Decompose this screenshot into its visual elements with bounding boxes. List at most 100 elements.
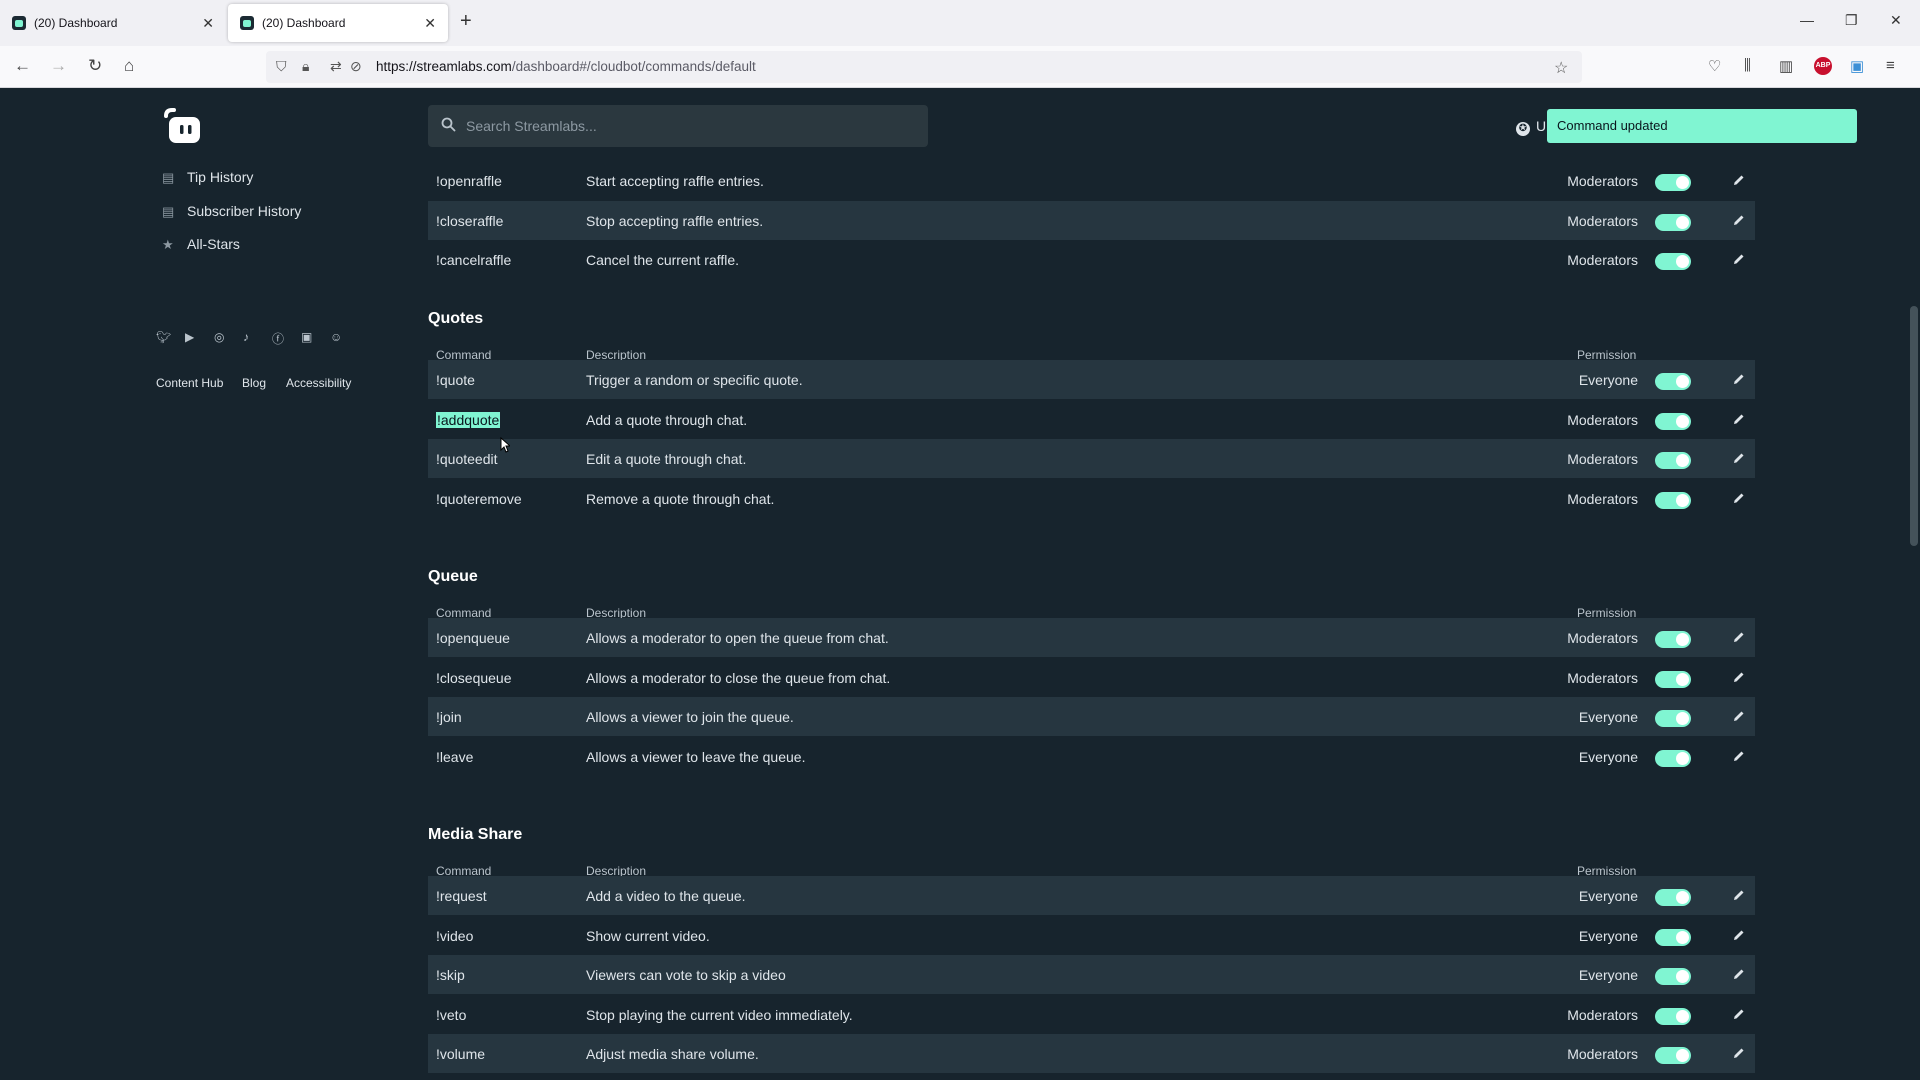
footer-link-blog[interactable]: Blog (242, 376, 266, 390)
edit-pencil-icon[interactable] (1732, 709, 1746, 723)
instagram-icon[interactable]: ◎ (214, 330, 224, 344)
minimize-window-icon[interactable]: — (1800, 12, 1814, 28)
restore-window-icon[interactable]: ❐ (1845, 12, 1858, 29)
command-permission[interactable]: Everyone (1579, 888, 1638, 904)
discord-icon[interactable]: ☺ (330, 330, 342, 344)
edit-pencil-icon[interactable] (1732, 372, 1746, 386)
tiktok-icon[interactable]: ♪ (243, 330, 249, 344)
table-row: !openraffle Start accepting raffle entrie… (428, 161, 1755, 200)
sidebar-item-all-stars[interactable]: ★ All-Stars (162, 236, 240, 252)
browser-tab-active[interactable]: (20) Dashboard ✕ (228, 4, 448, 42)
forward-icon[interactable]: → (50, 56, 67, 76)
enable-toggle[interactable] (1655, 213, 1691, 231)
command-permission[interactable]: Moderators (1567, 670, 1638, 686)
enable-toggle[interactable] (1655, 631, 1691, 648)
enable-toggle[interactable] (1655, 174, 1691, 191)
back-icon[interactable]: ← (14, 56, 31, 76)
close-tab-icon[interactable]: ✕ (202, 15, 214, 32)
edit-pencil-icon[interactable] (1732, 928, 1746, 942)
browser-tab[interactable]: (20) Dashboard ✕ (0, 4, 226, 42)
reload-icon[interactable]: ↻ (88, 56, 102, 76)
tracking-shield-icon[interactable]: ⛉ (276, 58, 287, 75)
enable-toggle[interactable] (1655, 253, 1691, 270)
enable-toggle[interactable] (1655, 968, 1691, 985)
enable-toggle[interactable] (1655, 670, 1691, 688)
edit-pencil-icon[interactable] (1732, 630, 1746, 644)
twitter-icon[interactable]: 🐦︎ (156, 330, 171, 344)
footer-link-accessibility[interactable]: Accessibility (286, 376, 351, 390)
linkedin-icon[interactable]: ▣ (301, 330, 312, 344)
streamlabs-favicon-icon (12, 16, 26, 30)
command-permission[interactable]: Everyone (1579, 709, 1638, 725)
edit-pencil-icon[interactable] (1732, 888, 1746, 902)
edit-pencil-icon[interactable] (1732, 670, 1746, 684)
command-permission[interactable]: Moderators (1567, 412, 1638, 428)
command-permission[interactable]: Moderators (1567, 491, 1638, 507)
command-name: !openraffle (436, 173, 502, 189)
sidebar-item-label: Subscriber History (187, 203, 302, 219)
command-permission[interactable]: Moderators (1567, 630, 1638, 646)
enable-toggle[interactable] (1655, 1047, 1691, 1064)
enable-toggle[interactable] (1655, 1007, 1691, 1025)
close-window-icon[interactable]: ✕ (1890, 12, 1902, 29)
command-permission[interactable]: Moderators (1567, 252, 1638, 268)
edit-pencil-icon[interactable] (1732, 173, 1746, 187)
edit-pencil-icon[interactable] (1732, 1046, 1746, 1060)
command-name: !leave (436, 748, 474, 765)
home-icon[interactable]: ⌂ (124, 56, 134, 76)
camera-blocked-icon[interactable]: ⊘ (350, 58, 362, 75)
command-permission[interactable]: Moderators (1567, 173, 1638, 189)
pocket-icon[interactable]: ♡ (1708, 57, 1721, 75)
command-permission[interactable]: Everyone (1579, 967, 1638, 983)
enable-toggle[interactable] (1655, 491, 1691, 509)
command-permission[interactable]: Everyone (1579, 928, 1638, 944)
command-permission[interactable]: Moderators (1567, 1046, 1638, 1062)
adblock-icon[interactable]: ABP (1814, 57, 1832, 75)
youtube-icon[interactable]: ▶ (185, 330, 194, 344)
permissions-icon[interactable]: ⇄ (330, 58, 342, 75)
command-permission[interactable]: Moderators (1567, 451, 1638, 467)
footer-link-content-hub[interactable]: Content Hub (156, 376, 223, 390)
lock-icon[interactable]: 🔒︎ (302, 58, 309, 75)
edit-pencil-icon[interactable] (1732, 412, 1746, 426)
search-input[interactable] (466, 105, 916, 147)
command-permission[interactable]: Everyone (1579, 749, 1638, 765)
enable-toggle[interactable] (1655, 710, 1691, 727)
sidebar-item-tip-history[interactable]: ▤ Tip History (162, 169, 253, 185)
edit-pencil-icon[interactable] (1732, 213, 1746, 227)
edit-pencil-icon[interactable] (1732, 967, 1746, 981)
command-description: Edit a quote through chat. (586, 451, 747, 467)
command-permission[interactable]: Moderators (1567, 213, 1638, 229)
edit-pencil-icon[interactable] (1732, 491, 1746, 505)
edit-pencil-icon[interactable] (1732, 252, 1746, 266)
enable-toggle[interactable] (1655, 928, 1691, 946)
enable-toggle[interactable] (1655, 412, 1691, 430)
section-title: Quotes (428, 310, 484, 327)
sidebar-icon[interactable]: ▥ (1779, 57, 1793, 75)
enable-toggle[interactable] (1655, 889, 1691, 906)
enable-toggle[interactable] (1655, 749, 1691, 767)
sidebar-item-subscriber-history[interactable]: ▤ Subscriber History (162, 203, 301, 219)
edit-pencil-icon[interactable] (1732, 749, 1746, 763)
upgrade-button[interactable]: ✪ U (1516, 118, 1546, 136)
page-scrollbar[interactable] (1910, 306, 1918, 546)
library-icon[interactable]: ⫼ (1744, 57, 1751, 74)
menu-icon[interactable]: ≡ (1886, 57, 1895, 74)
facebook-icon[interactable]: ⓕ (272, 330, 284, 347)
extension-icon[interactable]: ▣ (1850, 57, 1864, 75)
enable-toggle[interactable] (1655, 452, 1691, 469)
close-tab-icon[interactable]: ✕ (424, 15, 436, 32)
search-icon (441, 117, 456, 132)
bookmark-star-icon[interactable]: ☆ (1554, 58, 1568, 78)
edit-pencil-icon[interactable] (1732, 451, 1746, 465)
command-name: !closeraffle (436, 212, 504, 229)
new-tab-button[interactable]: + (460, 10, 472, 33)
table-row: !openqueue Allows a moderator to open the… (428, 618, 1755, 657)
upgrade-star-icon: ✪ (1516, 122, 1530, 136)
enable-toggle[interactable] (1655, 373, 1691, 390)
streamlabs-logo-icon[interactable] (160, 106, 204, 146)
command-permission[interactable]: Everyone (1579, 372, 1638, 388)
edit-pencil-icon[interactable] (1732, 1007, 1746, 1021)
command-permission[interactable]: Moderators (1567, 1007, 1638, 1023)
url-bar[interactable]: ⛉ 🔒︎ ⇄ ⊘ https://streamlabs.com/dashboar… (266, 51, 1582, 83)
